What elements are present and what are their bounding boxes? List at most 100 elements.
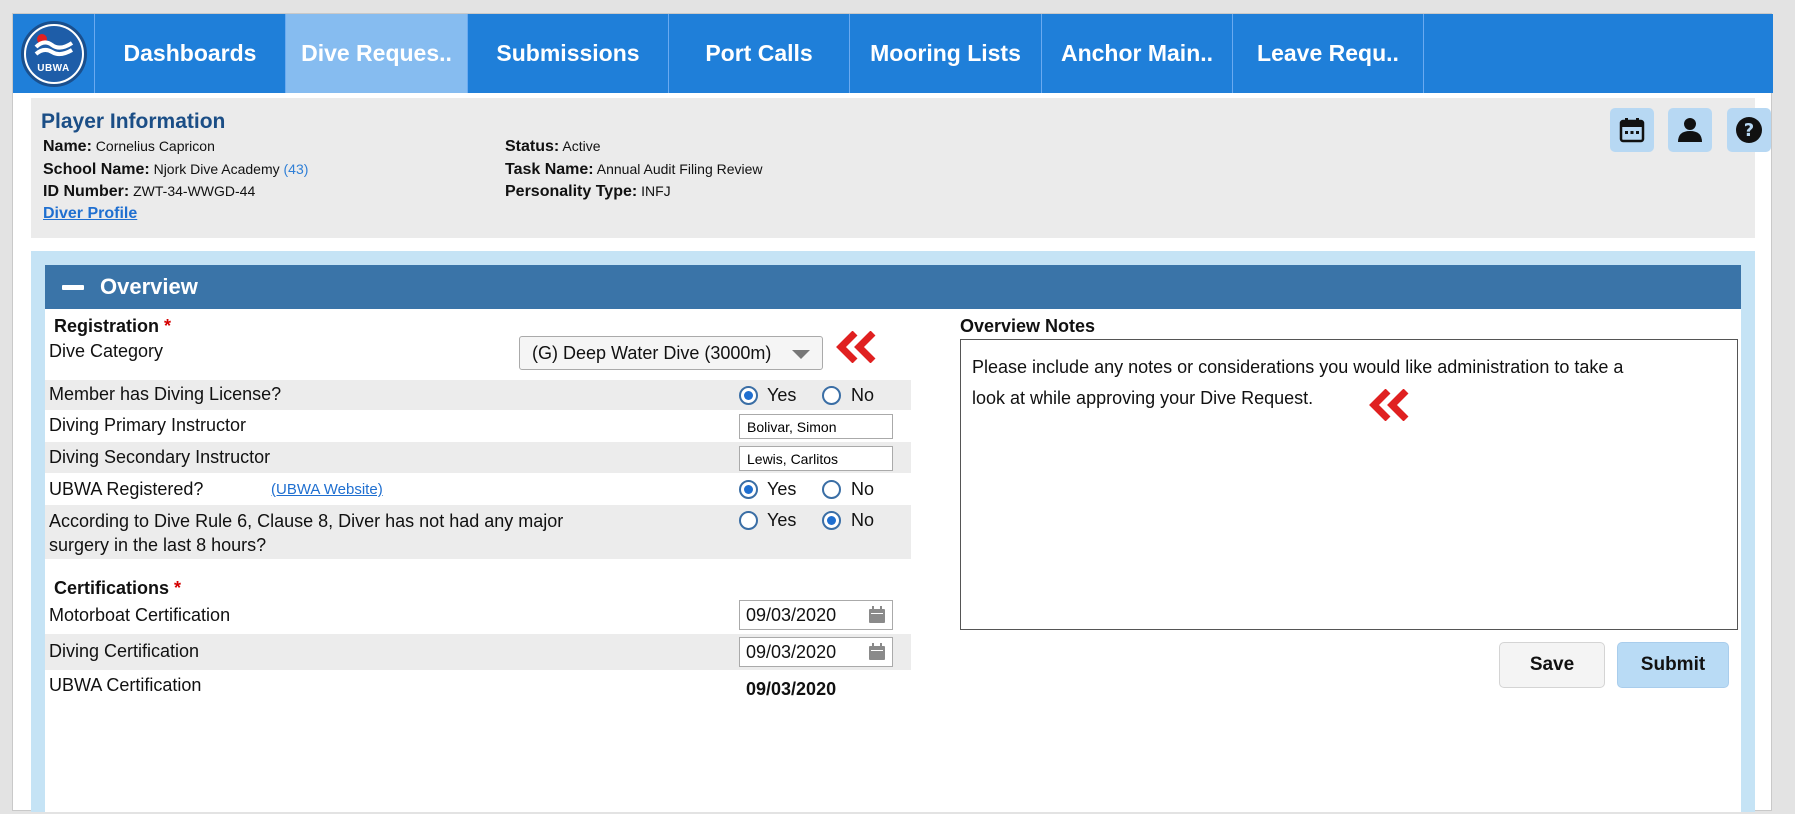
name-label: Name: — [43, 138, 92, 155]
diver-profile-row: Diver Profile — [43, 205, 137, 223]
surgery-no-label: No — [851, 510, 875, 530]
ubwa-yes-label: Yes — [767, 479, 797, 499]
license-no-radio[interactable] — [822, 386, 841, 405]
logo-cell[interactable]: UBWA — [13, 14, 95, 93]
ubwa-cert-row: UBWA Certification 09/03/2020 — [45, 670, 911, 702]
ubwa-no-radio[interactable] — [822, 480, 841, 499]
tab-anchor-maintenance[interactable]: Anchor Main.. — [1042, 14, 1233, 93]
overview-notes-textarea[interactable]: Please include any notes or consideratio… — [960, 339, 1738, 630]
status-row: Status: Active — [505, 138, 600, 156]
license-yes-radio[interactable] — [739, 386, 758, 405]
profile-button[interactable] — [1668, 108, 1712, 152]
id-number: ZWT-34-WWGD-44 — [133, 183, 256, 199]
ubwa-registered-label: UBWA Registered? — [49, 479, 204, 499]
ubwa-logo[interactable]: UBWA — [20, 20, 87, 87]
ubwa-no-label: No — [851, 479, 875, 499]
collapse-icon[interactable] — [62, 284, 84, 290]
personality-label: Personality Type: — [505, 183, 638, 200]
status-value: Active — [562, 138, 601, 154]
app-window: UBWA Dashboards Dive Reques.. Submission… — [12, 13, 1773, 812]
calendar-icon[interactable] — [868, 606, 886, 624]
motorboat-cert-label: Motorboat Certification — [49, 605, 231, 625]
ubwa-yes-radio[interactable] — [739, 480, 758, 499]
license-yes-label: Yes — [767, 385, 797, 405]
svg-text:?: ? — [1744, 120, 1754, 141]
license-label: Member has Diving License? — [49, 384, 282, 404]
dive-category-value: (G) Deep Water Dive (3000m) — [532, 343, 772, 363]
top-nav: UBWA Dashboards Dive Reques.. Submission… — [13, 14, 1773, 93]
logo-text: UBWA — [37, 62, 70, 74]
diving-date-input[interactable]: 09/03/2020 — [739, 637, 893, 667]
ubwa-cert-label: UBWA Certification — [49, 675, 202, 695]
dive-category-select[interactable]: (G) Deep Water Dive (3000m) — [519, 336, 823, 370]
ubwa-website-link[interactable]: (UBWA Website) — [271, 481, 383, 498]
surgery-row: According to Dive Rule 6, Clause 8, Dive… — [45, 505, 911, 559]
status-label: Status: — [505, 138, 560, 155]
tab-dive-requests[interactable]: Dive Reques.. — [286, 14, 468, 93]
school-row: School Name: Njork Dive Academy (43) — [43, 161, 308, 179]
primary-instructor-input[interactable] — [739, 414, 893, 439]
tab-submissions[interactable]: Submissions — [468, 14, 669, 93]
person-icon — [1678, 118, 1702, 142]
dive-category-label: Dive Category — [49, 341, 164, 361]
player-info-title: Player Information — [41, 110, 226, 133]
notes-text-line-1: Please include any notes or consideratio… — [972, 357, 1624, 377]
help-button[interactable]: ? — [1727, 108, 1771, 152]
calendar-icon[interactable] — [868, 643, 886, 661]
overview-header[interactable]: Overview — [45, 265, 1741, 309]
required-mark: * — [174, 578, 182, 598]
school-label: School Name: — [43, 161, 150, 178]
secondary-instructor-row: Diving Secondary Instructor — [45, 442, 911, 473]
certifications-title: Certifications * — [54, 578, 182, 598]
tab-leave-requests[interactable]: Leave Requ.. — [1233, 14, 1424, 93]
chevron-down-icon — [792, 350, 810, 359]
motorboat-cert-row: Motorboat Certification 09/03/2020 — [45, 598, 911, 632]
overview-notes-title: Overview Notes — [960, 316, 1096, 336]
license-row: Member has Diving License? Yes No — [45, 380, 911, 410]
calendar-button[interactable] — [1610, 108, 1654, 152]
personality-type: INFJ — [641, 183, 671, 199]
player-information-panel: Player Information Name: Cornelius Capri… — [31, 98, 1771, 238]
player-name: Cornelius Capricon — [95, 138, 215, 154]
player-name-row: Name: Cornelius Capricon — [43, 138, 215, 156]
personality-row: Personality Type: INFJ — [505, 183, 671, 201]
task-name: Annual Audit Filing Review — [596, 161, 763, 177]
help-icon: ? — [1736, 117, 1762, 143]
school-count[interactable]: (43) — [284, 161, 309, 177]
notes-text-line-2: look at while approving your Dive Reques… — [972, 388, 1314, 408]
wave-icon — [34, 33, 73, 56]
submit-button[interactable]: Submit — [1617, 642, 1729, 688]
red-chevron-annotation-icon — [836, 331, 876, 363]
red-chevron-annotation-icon — [1369, 389, 1409, 421]
id-row: ID Number: ZWT-34-WWGD-44 — [43, 183, 255, 201]
motorboat-date: 09/03/2020 — [746, 605, 837, 625]
diving-date: 09/03/2020 — [746, 642, 837, 662]
surgery-label: According to Dive Rule 6, Clause 8, Dive… — [49, 511, 564, 555]
ubwa-cert-date: 09/03/2020 — [746, 679, 837, 699]
tab-port-calls[interactable]: Port Calls — [669, 14, 850, 93]
license-no-label: No — [851, 385, 875, 405]
required-mark: * — [164, 316, 172, 336]
motorboat-date-input[interactable]: 09/03/2020 — [739, 600, 893, 630]
primary-instructor-row: Diving Primary Instructor — [45, 411, 911, 441]
secondary-instructor-input[interactable] — [739, 446, 893, 471]
tab-mooring-lists[interactable]: Mooring Lists — [850, 14, 1042, 93]
surgery-yes-radio[interactable] — [739, 511, 758, 530]
diving-cert-row: Diving Certification 09/03/2020 — [45, 634, 911, 670]
secondary-instructor-label: Diving Secondary Instructor — [49, 447, 271, 467]
overview-title: Overview — [100, 274, 198, 299]
id-label: ID Number: — [43, 183, 130, 200]
calendar-icon — [1619, 118, 1645, 143]
surgery-no-radio[interactable] — [822, 511, 841, 530]
save-button[interactable]: Save — [1499, 642, 1605, 688]
registration-title: Registration * — [54, 316, 172, 336]
diving-cert-label: Diving Certification — [49, 641, 200, 661]
task-row: Task Name: Annual Audit Filing Review — [505, 161, 763, 179]
tab-dashboards[interactable]: Dashboards — [95, 14, 286, 93]
surgery-yes-label: Yes — [767, 510, 797, 530]
task-label: Task Name: — [505, 161, 594, 178]
diver-profile-link[interactable]: Diver Profile — [43, 205, 137, 222]
primary-instructor-label: Diving Primary Instructor — [49, 415, 247, 435]
ubwa-registered-row: UBWA Registered? (UBWA Website) Yes No — [45, 474, 911, 504]
school-name: Njork Dive Academy — [153, 161, 280, 177]
